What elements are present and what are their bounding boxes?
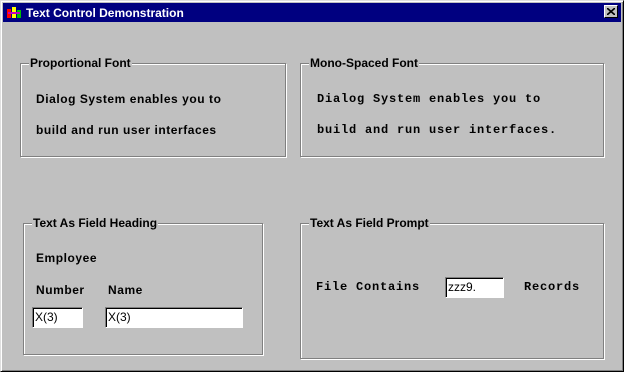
proportional-text-line-2: build and run user interfaces bbox=[36, 123, 217, 137]
number-label: Number bbox=[36, 283, 85, 297]
close-button[interactable] bbox=[604, 5, 618, 18]
window-title: Text Control Demonstration bbox=[26, 5, 184, 20]
close-icon bbox=[607, 8, 615, 15]
proportional-text-line-1: Dialog System enables you to bbox=[36, 92, 222, 106]
field-heading-group-title: Text As Field Heading bbox=[32, 215, 159, 231]
field-prompt-group-title: Text As Field Prompt bbox=[309, 215, 430, 231]
dialog-window: Text Control Demonstration Proportional … bbox=[0, 0, 624, 372]
app-logo-icon bbox=[6, 6, 22, 20]
monospaced-font-heading: Mono-Spaced Font bbox=[309, 55, 419, 71]
name-label: Name bbox=[108, 283, 143, 297]
record-count-field[interactable]: zzz9. bbox=[445, 277, 504, 298]
monospaced-text-line-1: Dialog System enables you to bbox=[317, 92, 542, 106]
employee-label: Employee bbox=[36, 251, 98, 265]
employee-name-field[interactable]: X(3) bbox=[105, 307, 243, 328]
monospaced-font-group: Mono-Spaced Font bbox=[300, 55, 604, 157]
employee-number-field[interactable]: X(3) bbox=[32, 307, 83, 328]
records-label: Records bbox=[524, 280, 581, 294]
file-contains-label: File Contains bbox=[316, 280, 421, 294]
title-bar[interactable]: Text Control Demonstration bbox=[3, 3, 621, 22]
proportional-font-group: Proportional Font bbox=[20, 55, 286, 157]
proportional-font-heading: Proportional Font bbox=[29, 55, 132, 71]
monospaced-text-line-2: build and run user interfaces. bbox=[317, 123, 558, 137]
